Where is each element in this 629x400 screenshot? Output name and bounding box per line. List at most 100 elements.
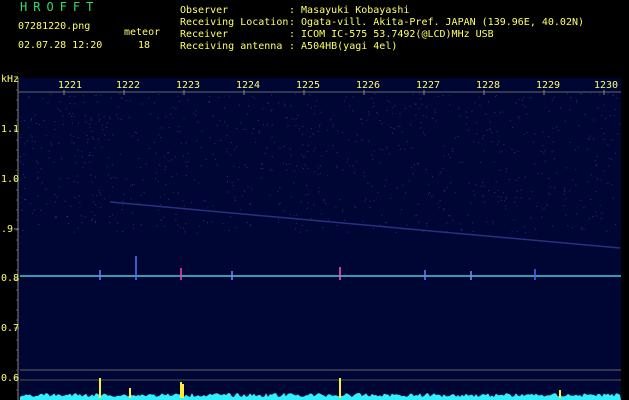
noise-pixel <box>306 207 308 209</box>
noise-pixel <box>317 173 319 175</box>
noise-pixel <box>271 109 273 111</box>
noise-pixel <box>72 112 74 114</box>
noise-pixel <box>212 115 214 117</box>
noise-pixel <box>595 211 597 213</box>
noise-pixel <box>349 105 351 107</box>
noise-pixel <box>195 114 197 116</box>
noise-pixel <box>443 145 445 147</box>
noise-pixel <box>508 179 510 180</box>
noise-pixel <box>100 194 102 196</box>
noise-pixel <box>258 120 259 122</box>
noise-pixel <box>90 118 92 120</box>
noise-pixel <box>599 204 601 206</box>
noise-pixel <box>77 182 79 184</box>
noise-pixel <box>327 175 329 177</box>
noise-pixel <box>245 128 247 130</box>
noise-pixel <box>232 185 234 187</box>
noise-pixel <box>581 227 583 228</box>
noise-pixel <box>289 148 291 150</box>
noise-pixel <box>567 93 568 95</box>
noise-pixel <box>59 110 61 112</box>
y-unit-label: kHz <box>1 74 20 85</box>
noise-pixel <box>417 203 419 205</box>
noise-pixel <box>69 95 71 97</box>
noise-pixel <box>497 189 499 191</box>
noise-pixel <box>590 198 592 200</box>
noise-pixel <box>393 127 395 129</box>
noise-pixel <box>73 95 75 97</box>
noise-pixel <box>597 107 599 109</box>
noise-pixel <box>570 97 572 98</box>
noise-pixel <box>164 225 166 227</box>
noise-pixel <box>73 135 74 137</box>
noise-pixel <box>439 173 441 175</box>
noise-pixel <box>457 136 459 137</box>
noise-pixel <box>120 93 122 95</box>
noise-pixel <box>196 140 198 142</box>
noise-pixel <box>392 132 394 134</box>
noise-pixel <box>94 222 96 224</box>
noise-pixel <box>417 163 419 165</box>
noise-pixel <box>99 118 101 120</box>
noise-pixel <box>278 203 280 205</box>
noise-pixel <box>548 111 550 113</box>
noise-pixel <box>332 124 334 126</box>
noise-pixel <box>491 132 493 134</box>
noise-pixel <box>390 197 391 199</box>
y-tick-label: .9 <box>1 224 14 235</box>
noise-pixel <box>137 139 139 141</box>
noise-pixel <box>404 148 406 150</box>
noise-pixel <box>237 179 239 181</box>
noise-pixel <box>295 223 297 224</box>
noise-pixel <box>41 147 43 149</box>
noise-pixel <box>487 101 489 103</box>
noise-pixel <box>361 139 363 141</box>
noise-pixel <box>66 216 68 218</box>
noise-pixel <box>234 199 236 201</box>
noise-pixel <box>411 166 413 168</box>
noise-pixel <box>91 181 93 183</box>
noise-pixel <box>34 141 36 143</box>
noise-pixel <box>160 127 162 129</box>
noise-pixel <box>165 116 167 118</box>
noise-pixel <box>420 98 421 100</box>
noise-pixel <box>153 142 155 143</box>
x-tick-label: 1227 <box>416 80 441 91</box>
noise-pixel <box>348 139 350 141</box>
noise-pixel <box>175 173 177 175</box>
noise-pixel <box>164 194 165 196</box>
noise-pixel <box>608 165 610 167</box>
noise-pixel <box>499 111 501 113</box>
noise-pixel <box>129 100 131 102</box>
noise-pixel <box>239 209 241 211</box>
noise-pixel <box>185 161 187 163</box>
noise-pixel <box>88 154 90 156</box>
x-tick-label: 1222 <box>116 80 141 91</box>
noise-pixel <box>544 160 546 162</box>
noise-pixel <box>249 225 251 227</box>
noise-pixel <box>183 155 184 157</box>
noise-pixel <box>563 205 565 207</box>
noise-pixel <box>200 147 202 149</box>
noise-pixel <box>56 196 58 198</box>
noise-pixel <box>371 154 373 156</box>
noise-pixel <box>301 154 303 156</box>
noise-pixel <box>96 195 98 196</box>
noise-pixel <box>53 161 55 163</box>
noise-pixel <box>431 196 433 198</box>
noise-pixel <box>426 106 427 108</box>
noise-pixel <box>322 227 324 228</box>
noise-pixel <box>250 224 252 226</box>
noise-pixel <box>266 147 267 149</box>
noise-pixel <box>157 117 159 119</box>
noise-pixel <box>45 188 47 190</box>
noise-pixel <box>121 209 123 210</box>
noise-pixel <box>91 220 93 222</box>
noise-pixel <box>175 214 177 215</box>
noise-pixel <box>148 97 150 99</box>
noise-pixel <box>164 169 166 171</box>
noise-pixel <box>494 112 496 114</box>
noise-pixel <box>405 108 407 109</box>
noise-pixel <box>23 153 25 155</box>
noise-pixel <box>412 94 414 96</box>
